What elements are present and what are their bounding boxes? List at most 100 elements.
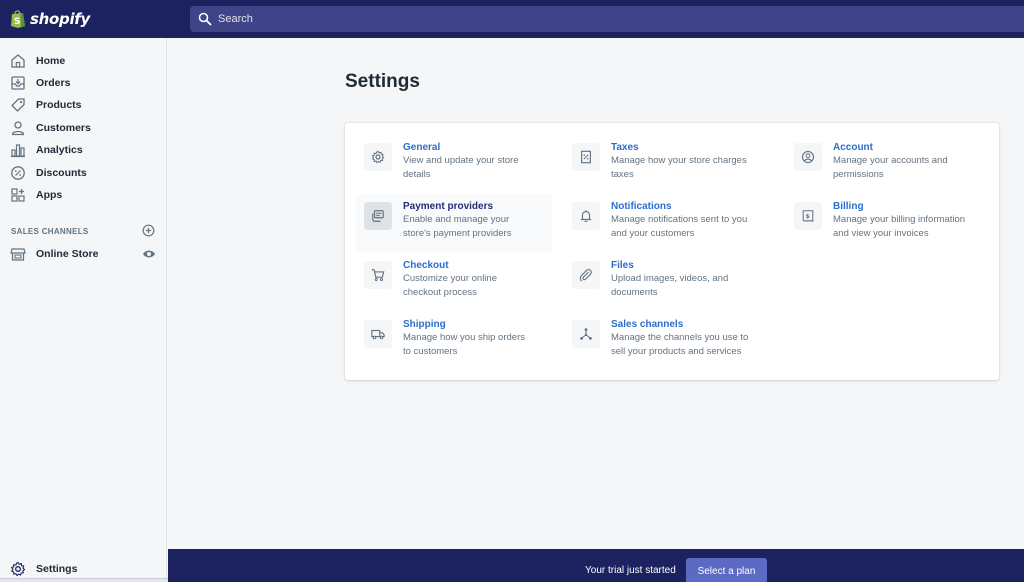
settings-tile-notifications[interactable]: Notifications Manage notifications sent … (564, 194, 760, 252)
sidebar: Home Orders Products Customers Analytics… (0, 38, 392, 582)
tile-description: Upload images, videos, and (611, 273, 729, 284)
tile-title: Account (833, 142, 873, 153)
tile-title: Shipping (403, 319, 446, 330)
sidebar-item-discounts[interactable]: Discounts (0, 162, 166, 184)
trial-message: Your trial just started (585, 565, 676, 576)
tile-icon-box (364, 261, 392, 289)
add-channel-icon[interactable] (142, 224, 155, 237)
sidebar-item-label: Home (36, 55, 66, 67)
tile-icon-box (364, 320, 392, 348)
tile-description: View and update your store (403, 155, 519, 166)
tile-title: Taxes (611, 142, 639, 153)
tile-icon-box (572, 320, 600, 348)
sidebar-item-label: Settings (36, 563, 78, 575)
settings-tile-billing[interactable]: $ Billing Manage your billing informatio… (786, 194, 982, 252)
gear-icon (10, 561, 26, 577)
gear-icon (371, 150, 385, 164)
settings-tile-payment-providers[interactable]: Payment providers Enable and manage your… (356, 194, 552, 252)
tile-description: taxes (611, 169, 634, 180)
tile-icon-box (794, 143, 822, 171)
truck-icon (371, 329, 385, 340)
sidebar-item-products[interactable]: Products (0, 94, 166, 116)
sidebar-item-label: Products (36, 99, 82, 111)
select-plan-button[interactable]: Select a plan (686, 558, 767, 582)
settings-tile-files[interactable]: Files Upload images, videos, and documen… (564, 253, 760, 311)
tile-description: sell your products and services (611, 346, 742, 357)
tile-description: checkout process (403, 287, 477, 298)
apps-icon (11, 188, 25, 202)
settings-tile-general[interactable]: General View and update your store detai… (356, 135, 552, 193)
tile-title: Notifications (611, 201, 672, 212)
tile-description: and view your invoices (833, 228, 929, 239)
payment-icon (372, 210, 384, 222)
sidebar-item-orders[interactable]: Orders (0, 72, 166, 94)
tile-description: Manage how you ship orders (403, 332, 525, 343)
orders-icon (11, 76, 25, 90)
trial-bar: Your trial just started Select a plan (168, 549, 1024, 582)
tile-description: to customers (403, 346, 458, 357)
paperclip-icon (579, 269, 592, 282)
settings-tile-shipping[interactable]: Shipping Manage how you ship orders to c… (356, 312, 552, 370)
sidebar-item-label: Analytics (36, 144, 83, 156)
settings-tile-checkout[interactable]: Checkout Customize your online checkout … (356, 253, 552, 311)
settings-tile-taxes[interactable]: Taxes Manage how your store charges taxe… (564, 135, 760, 193)
discount-icon (11, 166, 25, 180)
settings-tile-sales-channels[interactable]: Sales channels Manage the channels you u… (564, 312, 760, 370)
tile-icon-box: $ (794, 202, 822, 230)
page-title: Settings (345, 71, 420, 92)
tile-title: General (403, 142, 441, 153)
sidebar-item-analytics[interactable]: Analytics (0, 139, 166, 161)
svg-text:$: $ (806, 213, 810, 220)
logo-text: shopify (30, 9, 90, 28)
sidebar-item-label: Online Store (36, 248, 99, 260)
tile-icon-box (364, 143, 392, 171)
top-bar: S shopify (0, 0, 1024, 38)
shopify-logo[interactable]: S shopify (10, 9, 90, 28)
sidebar-item-apps[interactable]: Apps (0, 184, 166, 206)
tile-description: store's payment providers (403, 228, 512, 239)
search-input[interactable] (218, 13, 618, 25)
tile-description: permissions (833, 169, 884, 180)
sidebar-item-customers[interactable]: Customers (0, 117, 166, 139)
settings-tile-account[interactable]: Account Manage your accounts and permiss… (786, 135, 982, 193)
tile-title: Payment providers (403, 201, 494, 212)
tile-title: Checkout (403, 260, 449, 271)
sidebar-item-label: Apps (36, 189, 63, 201)
eye-icon[interactable] (142, 248, 156, 260)
tile-description: Customize your online (403, 273, 497, 284)
sidebar-item-home[interactable]: Home (0, 50, 166, 72)
tile-description: Manage your billing information (833, 214, 966, 225)
svg-text:S: S (14, 17, 20, 27)
account-icon (801, 150, 815, 164)
channels-icon (580, 328, 592, 340)
tile-description: details (403, 169, 431, 180)
tile-icon-box (572, 143, 600, 171)
tile-icon-box (572, 202, 600, 230)
tile-icon-box (572, 261, 600, 289)
tag-icon (11, 98, 25, 112)
search-icon (198, 12, 212, 26)
tile-description: Enable and manage your (403, 214, 510, 225)
cart-icon (371, 269, 385, 282)
tile-description: Manage notifications sent to you (611, 214, 748, 225)
sidebar-item-label: Customers (36, 122, 91, 134)
bar-chart-icon (11, 144, 25, 158)
tile-title: Sales channels (611, 319, 684, 330)
tile-description: Manage the channels you use to (611, 332, 749, 343)
store-icon (10, 248, 26, 261)
shopify-bag-icon: S (11, 10, 25, 28)
bell-icon (580, 210, 592, 222)
tile-icon-box (364, 202, 392, 230)
tile-title: Files (611, 260, 634, 271)
search-bar[interactable] (190, 6, 1024, 32)
settings-card: General View and update your store detai… (345, 123, 999, 380)
tile-description: and your customers (611, 228, 695, 239)
sidebar-item-label: Orders (36, 77, 71, 89)
tile-description: Manage your accounts and (833, 155, 948, 166)
tile-description: Manage how your store charges (611, 155, 747, 166)
person-icon (11, 121, 25, 136)
sidebar-item-label: Discounts (36, 167, 87, 179)
home-icon (11, 54, 25, 68)
invoice-icon: $ (802, 210, 814, 223)
sales-channels-title: SALES CHANNELS (11, 227, 89, 236)
